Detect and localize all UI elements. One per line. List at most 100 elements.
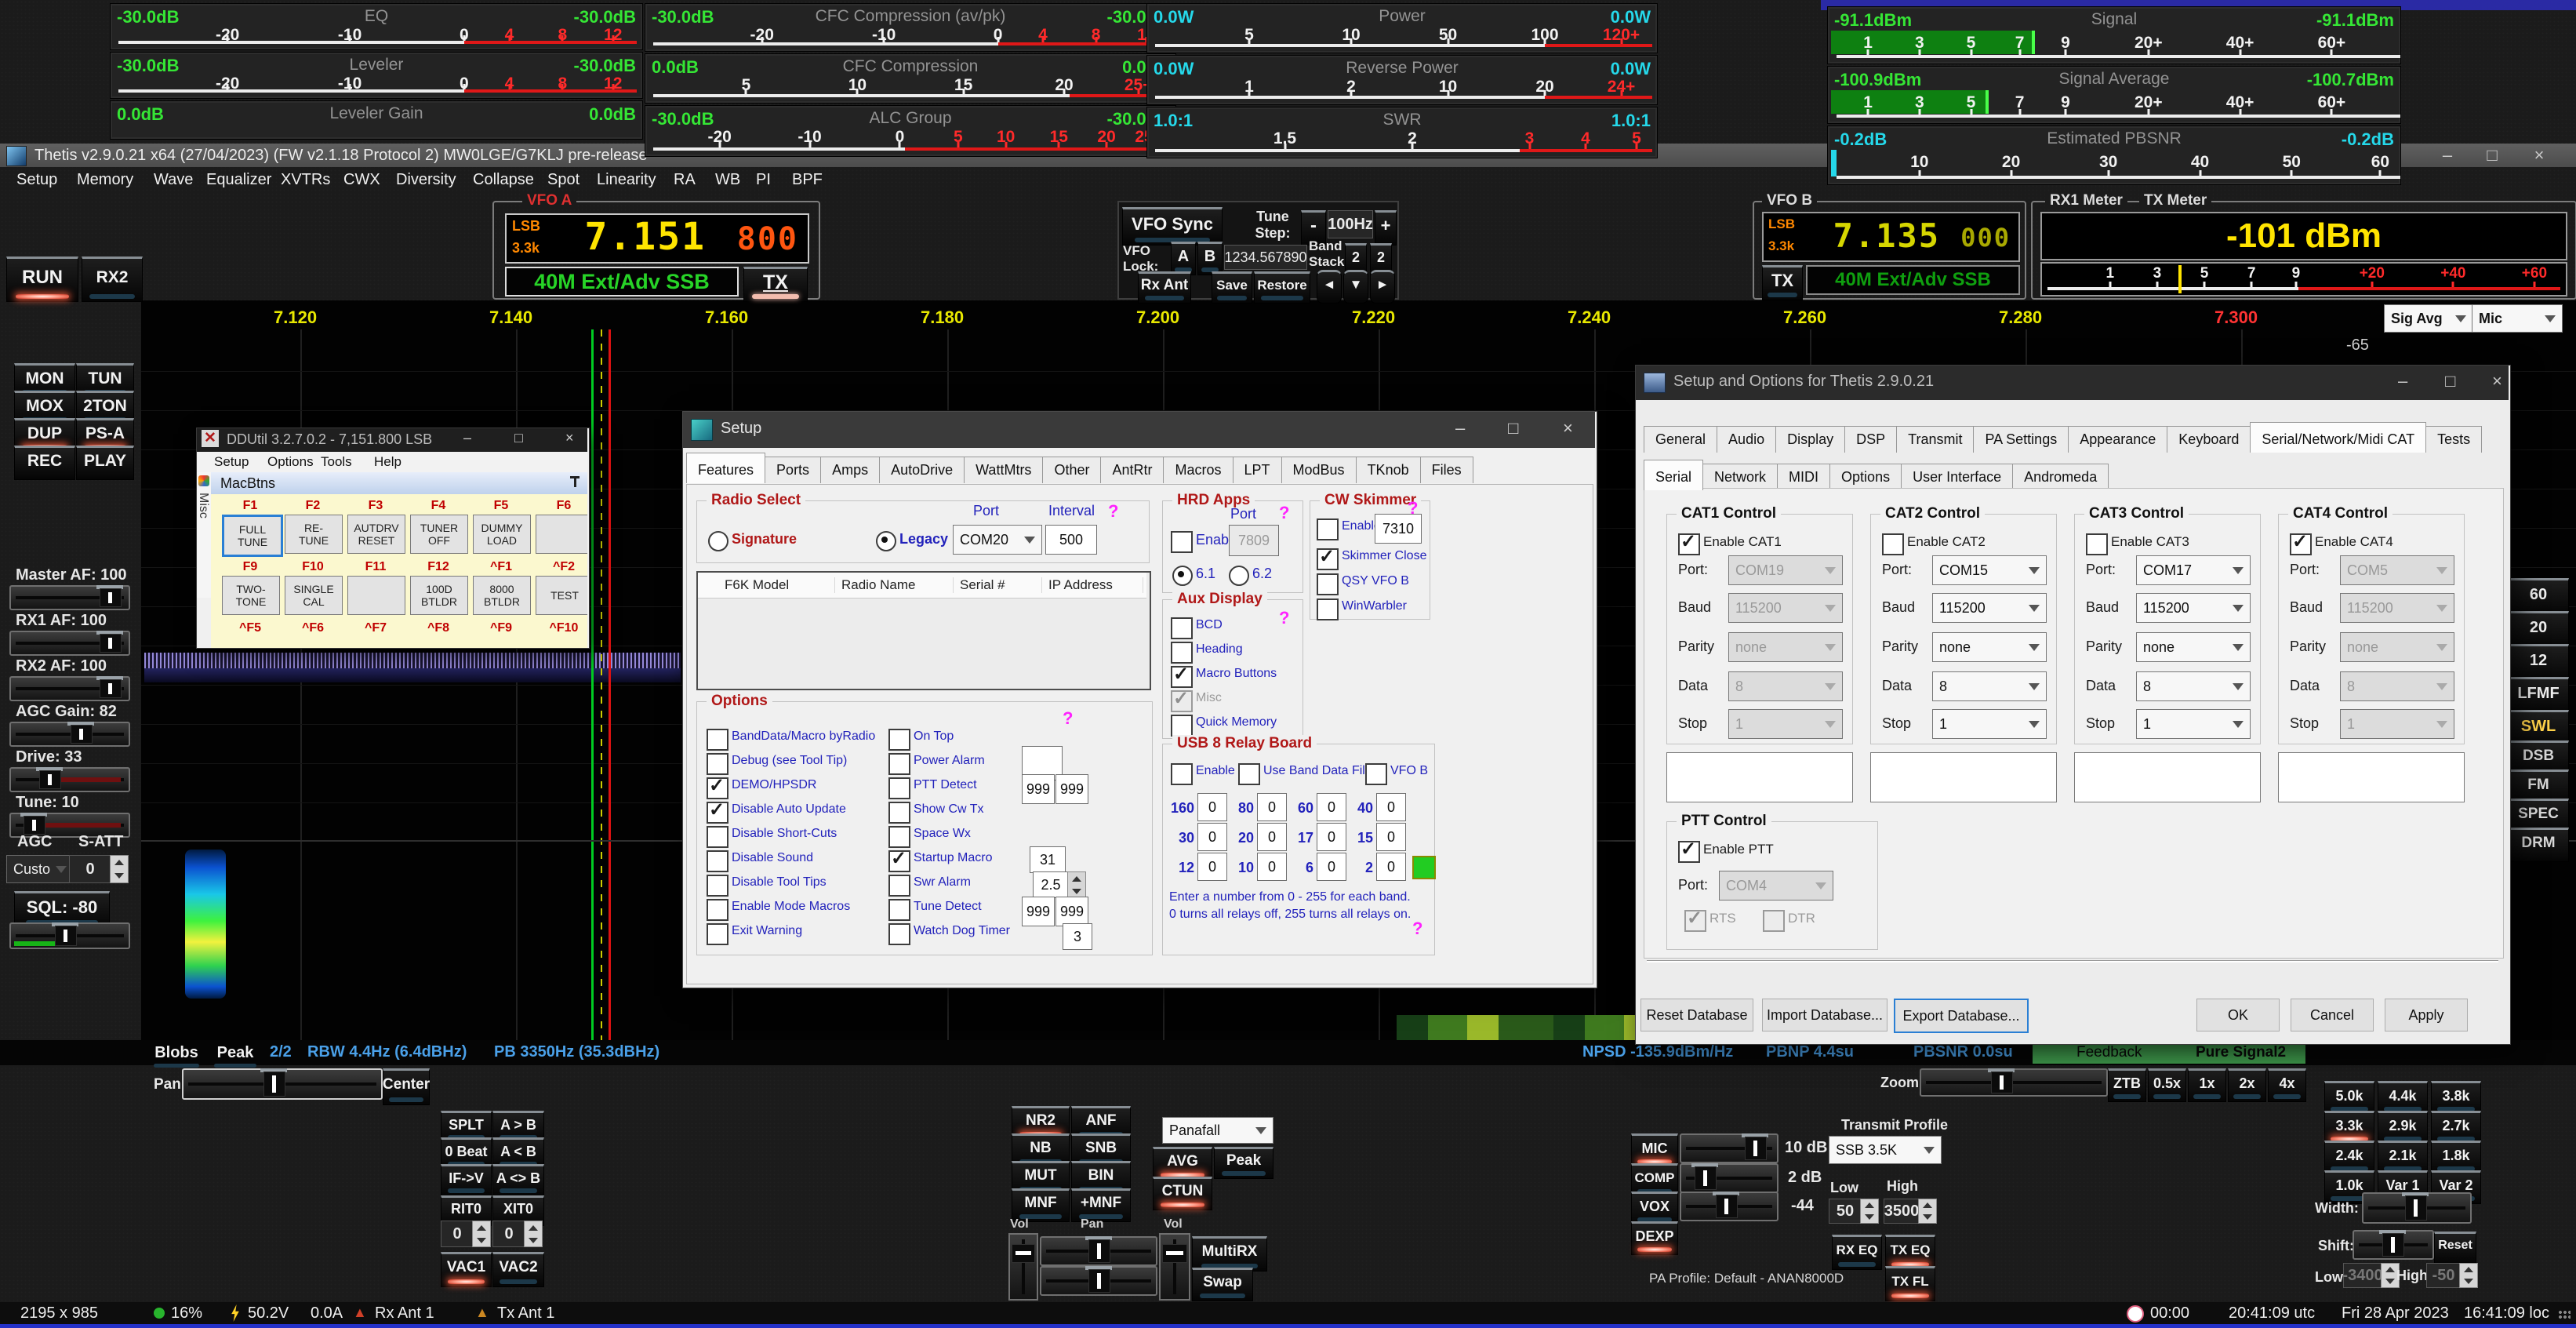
setup-close-icon[interactable]: × bbox=[1563, 418, 1573, 438]
setup-tab-files[interactable]: Files bbox=[1420, 457, 1473, 483]
options-button-import-database-[interactable]: Import Database... bbox=[1762, 999, 1887, 1031]
options-c1-1[interactable] bbox=[707, 753, 728, 775]
rx-ant-button[interactable]: Rx Ant bbox=[1138, 271, 1191, 304]
swr-alarm-spinner-arrows[interactable] bbox=[1067, 871, 1086, 898]
options-c1-7[interactable] bbox=[707, 899, 728, 921]
ddutil-macro-button[interactable]: TWO-TONE bbox=[222, 576, 280, 615]
ddutil-side-tab[interactable]: Misc bbox=[197, 472, 212, 598]
filter-33k[interactable]: 3.3k bbox=[2324, 1111, 2374, 1144]
cat4-stop-combo[interactable]: 1 bbox=[2340, 709, 2454, 739]
setup-tab-macros[interactable]: Macros bbox=[1163, 457, 1233, 483]
legacy-port-combo[interactable]: COM20 bbox=[953, 525, 1042, 555]
cat3-parity-combo[interactable]: none bbox=[2136, 632, 2251, 662]
options-help-icon[interactable]: ? bbox=[1063, 708, 1073, 729]
tune-cursor-line[interactable] bbox=[609, 329, 611, 1040]
slider-1-thumb[interactable] bbox=[100, 634, 122, 653]
setup-tab-ports[interactable]: Ports bbox=[765, 457, 821, 483]
radio-list-column-0[interactable]: F6K Model bbox=[698, 577, 835, 593]
band-button-60[interactable]: 60 bbox=[2508, 578, 2569, 615]
usb-vfob-checkbox[interactable] bbox=[1365, 763, 1387, 785]
ddutil-titlebar[interactable]: ✕ DDUtil 3.2.7.0.2 - 7,151.800 LSB – □ × bbox=[197, 428, 587, 452]
hrd-61-radio[interactable] bbox=[1172, 566, 1193, 586]
usb-band-input[interactable]: 0 bbox=[1317, 793, 1346, 821]
menu-item-bpf[interactable]: BPF bbox=[792, 171, 823, 189]
vfo-a-tx-button[interactable]: TX bbox=[743, 267, 808, 302]
options-subtab-options[interactable]: Options bbox=[1829, 464, 1902, 490]
filter-50k[interactable]: 5.0k bbox=[2324, 1081, 2374, 1115]
sql-slider[interactable] bbox=[9, 922, 130, 949]
tune-step-value[interactable]: 100Hz bbox=[1328, 210, 1373, 238]
setup-dialog-titlebar[interactable]: Setup – □ × bbox=[683, 412, 1595, 448]
menu-item-linearity[interactable]: Linearity bbox=[597, 171, 656, 189]
vfo-a-frequency-mhz[interactable]: 7.151 bbox=[585, 215, 707, 259]
ddutil-macro-button[interactable]: SINGLECAL bbox=[285, 576, 343, 615]
zoom-slider[interactable] bbox=[1920, 1068, 2108, 1097]
ddutil-menu-help[interactable]: Help bbox=[374, 454, 401, 470]
cat4-list[interactable] bbox=[2278, 752, 2465, 802]
pure-signal-label[interactable]: Pure Signal2 bbox=[2196, 1044, 2286, 1061]
aux-opt-3[interactable] bbox=[1171, 690, 1193, 712]
ddutil-maximize-icon[interactable]: □ bbox=[514, 430, 523, 446]
filter-38k[interactable]: 3.8k bbox=[2431, 1081, 2481, 1115]
avg-button[interactable]: AVG bbox=[1153, 1147, 1212, 1181]
ptt-port-combo[interactable]: COM4 bbox=[1719, 871, 1833, 900]
tx-low-spinner-arrows[interactable] bbox=[1860, 1199, 1879, 1224]
ptt-rts-checkbox[interactable] bbox=[1684, 910, 1706, 932]
pan-slider-thumb[interactable] bbox=[263, 1071, 285, 1097]
options-c2-3[interactable] bbox=[888, 802, 910, 824]
menu-item-memory[interactable]: Memory bbox=[77, 171, 133, 189]
hrd-62-radio[interactable] bbox=[1229, 566, 1249, 586]
cat3-enable-checkbox[interactable] bbox=[2086, 533, 2108, 555]
options-button-apply[interactable]: Apply bbox=[2385, 999, 2468, 1031]
zoom-slider-thumb[interactable] bbox=[1991, 1071, 2013, 1093]
vfo-b-band-button[interactable]: 40M Ext/Adv SSB bbox=[1806, 265, 2020, 295]
vfo-b-display[interactable]: LSB 3.3k 7.135 000 bbox=[1762, 212, 2020, 262]
run-button[interactable]: RUN bbox=[6, 257, 78, 302]
radio-select-help-icon[interactable]: ? bbox=[1108, 501, 1118, 522]
filter-27k[interactable]: 2.7k bbox=[2431, 1111, 2481, 1144]
rit-spinner[interactable]: 0 bbox=[441, 1221, 474, 1247]
vox-slider-thumb[interactable] bbox=[1716, 1195, 1738, 1218]
startup-macro-input[interactable]: 31 bbox=[1030, 846, 1066, 873]
zoom-05x-button[interactable]: 0.5x bbox=[2148, 1068, 2186, 1102]
close-icon[interactable]: × bbox=[2521, 144, 2557, 167]
options-tab-general[interactable]: General bbox=[1644, 426, 1717, 453]
setup-tab-other[interactable]: Other bbox=[1042, 457, 1101, 483]
options-c1-3[interactable] bbox=[707, 802, 728, 824]
ddutil-macro-button[interactable]: TUNEROFF bbox=[410, 515, 468, 554]
maximize-icon[interactable]: □ bbox=[2474, 144, 2510, 167]
skimmer-opt-0[interactable] bbox=[1317, 548, 1339, 570]
cat4-parity-combo[interactable]: none bbox=[2340, 632, 2454, 662]
sql-slider-thumb[interactable] bbox=[55, 926, 77, 946]
band-button-12[interactable]: 12 bbox=[2508, 644, 2569, 681]
slider-0-thumb[interactable] bbox=[100, 588, 122, 607]
slider-4[interactable] bbox=[9, 767, 130, 792]
pin-icon[interactable] bbox=[570, 475, 580, 489]
cat3-port-combo[interactable]: COM17 bbox=[2136, 555, 2251, 585]
cat4-baud-combo[interactable]: 115200 bbox=[2340, 593, 2454, 623]
options-subtab-andromeda[interactable]: Andromeda bbox=[2012, 464, 2109, 490]
menu-item-spot[interactable]: Spot bbox=[547, 171, 580, 189]
multirx-button[interactable]: MultiRX bbox=[1192, 1236, 1267, 1272]
cat2-baud-combo[interactable]: 115200 bbox=[1932, 593, 2047, 623]
ddutil-macro-button[interactable]: AUTDRVRESET bbox=[347, 515, 405, 554]
aux-opt-0[interactable] bbox=[1171, 617, 1193, 639]
vfo-lock-b-button[interactable]: B bbox=[1197, 242, 1223, 275]
options-c2-0[interactable] bbox=[888, 729, 910, 751]
setup-tab-amps[interactable]: Amps bbox=[820, 457, 880, 483]
filter-high-spinner-arrows[interactable] bbox=[2459, 1263, 2478, 1288]
ddutil-macbtns-tabbar[interactable]: MacBtns bbox=[211, 472, 587, 495]
vfo-a-display[interactable]: LSB 3.3k 7.151 800 bbox=[505, 213, 809, 264]
aux-opt-1[interactable] bbox=[1171, 642, 1193, 664]
ptt-detect-input-1[interactable]: 999 bbox=[1022, 774, 1055, 804]
ddutil-menu-options[interactable]: Options bbox=[267, 454, 314, 470]
vfo-lock-a-button[interactable]: A bbox=[1171, 242, 1196, 275]
options-c2-4[interactable] bbox=[888, 826, 910, 848]
usb-band-input[interactable]: 0 bbox=[1257, 793, 1287, 821]
options-tab-transmit[interactable]: Transmit bbox=[1896, 426, 1974, 453]
filter-low-spinner[interactable]: -3400 bbox=[2343, 1263, 2382, 1288]
vfo-b-mode[interactable]: LSB bbox=[1768, 216, 1795, 232]
ddutil-macro-button[interactable] bbox=[536, 515, 587, 554]
ab-left-2[interactable]: IF->V bbox=[441, 1164, 492, 1196]
cat2-stop-combo[interactable]: 1 bbox=[1932, 709, 2047, 739]
